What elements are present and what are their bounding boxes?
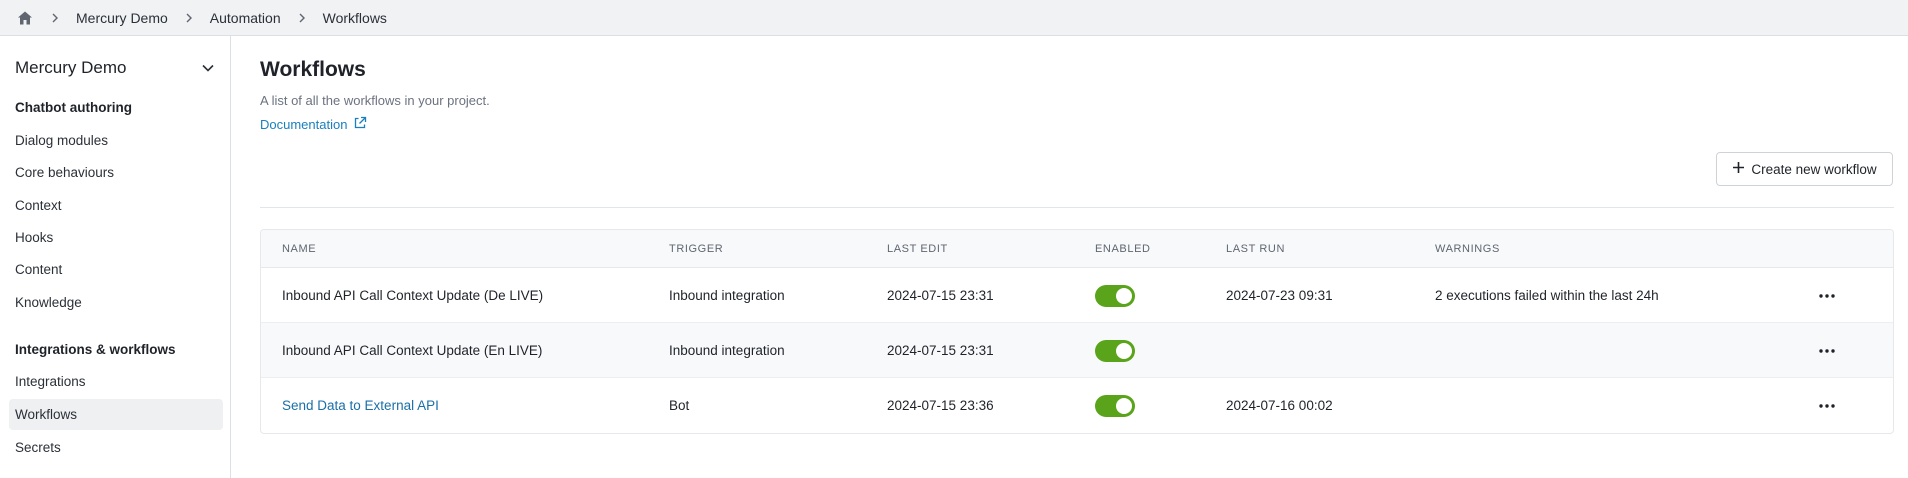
documentation-link[interactable]: Documentation	[260, 116, 367, 133]
toggle-knob	[1116, 397, 1132, 414]
project-selector[interactable]: Mercury Demo	[15, 54, 217, 82]
column-header-last-run[interactable]: LAST RUN	[1226, 230, 1285, 268]
enabled-toggle-cell	[1095, 323, 1135, 378]
create-new-workflow-label: Create new workflow	[1751, 161, 1877, 177]
enabled-toggle-cell	[1095, 268, 1135, 323]
plus-icon	[1732, 161, 1745, 177]
more-cell	[1816, 323, 1838, 378]
chevron-right-icon	[182, 11, 196, 25]
sidebar-item-context[interactable]: Context	[9, 190, 223, 221]
sidebar: Mercury Demo Chatbot authoring Dialog mo…	[0, 36, 231, 478]
chevron-right-icon	[48, 11, 62, 25]
project-name: Mercury Demo	[15, 58, 127, 77]
sidebar-item-secrets[interactable]: Secrets	[9, 432, 223, 463]
enabled-toggle[interactable]	[1095, 394, 1135, 417]
toggle-knob	[1116, 287, 1132, 304]
column-header-last-edit[interactable]: LAST EDIT	[887, 230, 948, 268]
section-title-chatbot-authoring: Chatbot authoring	[15, 100, 132, 115]
table-row[interactable]: Send Data to External API Bot 2024-07-15…	[261, 378, 1893, 433]
workflow-name-link[interactable]: Send Data to External API	[282, 378, 439, 433]
sidebar-item-content[interactable]: Content	[9, 254, 223, 285]
external-link-icon	[353, 116, 367, 133]
workflow-warnings: 2 executions failed within the last 24h	[1435, 288, 1659, 303]
column-header-name[interactable]: NAME	[282, 230, 316, 268]
chevron-right-icon	[295, 11, 309, 25]
section-title-integrations-workflows: Integrations & workflows	[15, 342, 176, 357]
sidebar-item-dialog-modules[interactable]: Dialog modules	[9, 125, 223, 156]
workflow-trigger: Bot	[669, 398, 690, 413]
create-new-workflow-button[interactable]: Create new workflow	[1716, 152, 1893, 186]
more-options-icon[interactable]	[1816, 340, 1838, 362]
sidebar-item-workflows[interactable]: Workflows	[9, 399, 223, 430]
table-row[interactable]: Inbound API Call Context Update (En LIVE…	[261, 323, 1893, 378]
home-icon[interactable]	[16, 9, 34, 27]
workflow-trigger: Inbound integration	[669, 288, 785, 303]
workflow-last-edit: 2024-07-15 23:31	[887, 288, 994, 303]
workflow-name[interactable]: Inbound API Call Context Update (De LIVE…	[282, 268, 543, 323]
sidebar-item-integrations[interactable]: Integrations	[9, 366, 223, 397]
workflow-last-edit: 2024-07-15 23:36	[887, 398, 994, 413]
column-header-trigger[interactable]: TRIGGER	[669, 230, 723, 268]
workflow-last-run: 2024-07-16 00:02	[1226, 398, 1333, 413]
sidebar-item-core-behaviours[interactable]: Core behaviours	[9, 157, 223, 188]
workflow-last-edit: 2024-07-15 23:31	[887, 343, 994, 358]
divider	[260, 207, 1894, 208]
column-header-enabled[interactable]: ENABLED	[1095, 230, 1151, 268]
breadcrumb: Mercury Demo Automation Workflows	[0, 0, 1908, 36]
table-header: NAME TRIGGER LAST EDIT ENABLED LAST RUN …	[261, 230, 1893, 268]
workflow-last-run: 2024-07-23 09:31	[1226, 288, 1333, 303]
sidebar-item-knowledge[interactable]: Knowledge	[9, 287, 223, 318]
more-cell	[1816, 268, 1838, 323]
breadcrumb-project[interactable]: Mercury Demo	[76, 10, 168, 26]
chevron-down-icon[interactable]	[199, 59, 217, 77]
table-row[interactable]: Inbound API Call Context Update (De LIVE…	[261, 268, 1893, 323]
toggle-knob	[1116, 342, 1132, 359]
workflow-name[interactable]: Inbound API Call Context Update (En LIVE…	[282, 323, 542, 378]
more-options-icon[interactable]	[1816, 285, 1838, 307]
enabled-toggle[interactable]	[1095, 284, 1135, 307]
documentation-link-label: Documentation	[260, 117, 348, 132]
main-content: Workflows A list of all the workflows in…	[232, 36, 1908, 478]
page-subtitle: A list of all the workflows in your proj…	[260, 93, 490, 108]
more-cell	[1816, 378, 1838, 433]
breadcrumb-workflows: Workflows	[322, 9, 387, 26]
more-options-icon[interactable]	[1816, 395, 1838, 417]
workflows-table: NAME TRIGGER LAST EDIT ENABLED LAST RUN …	[260, 229, 1894, 434]
column-header-warnings[interactable]: WARNINGS	[1435, 230, 1500, 268]
enabled-toggle-cell	[1095, 378, 1135, 433]
enabled-toggle[interactable]	[1095, 339, 1135, 362]
page-title: Workflows	[260, 58, 366, 81]
sidebar-item-hooks[interactable]: Hooks	[9, 222, 223, 253]
workflow-trigger: Inbound integration	[669, 343, 785, 358]
breadcrumb-automation[interactable]: Automation	[210, 10, 281, 26]
